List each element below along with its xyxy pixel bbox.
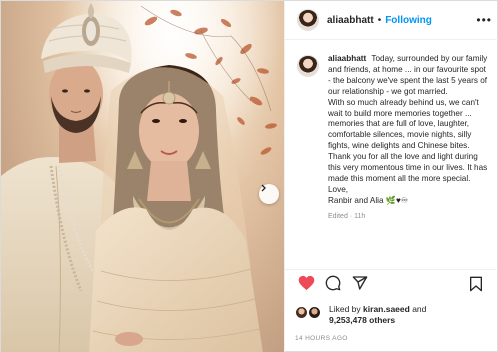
next-photo-button[interactable]	[259, 184, 279, 204]
liked-by-label: Liked by	[329, 304, 361, 314]
liker-username[interactable]: kiran.saeed	[363, 304, 410, 314]
post-timestamp[interactable]: 14 HOURS AGO	[295, 335, 348, 342]
more-horizontal-icon[interactable]: •••	[476, 13, 492, 27]
avatar[interactable]	[297, 55, 319, 77]
separator-dot: •	[377, 14, 382, 26]
comment-button[interactable]	[322, 275, 344, 297]
like-button[interactable]	[295, 275, 317, 297]
comment-icon	[325, 275, 341, 296]
couple-photo-illustration	[1, 1, 284, 352]
share-icon	[352, 275, 368, 296]
caption-section: aliaabhatt Today, surrounded by our fami…	[285, 40, 498, 267]
save-button[interactable]	[465, 275, 487, 297]
bookmark-icon	[469, 276, 483, 297]
edited-label: Edited · 11h	[328, 212, 366, 220]
caption-body: Today, surrounded by our family and frie…	[328, 54, 488, 205]
action-bar	[285, 269, 498, 301]
avatar	[308, 306, 321, 319]
share-button[interactable]	[349, 275, 371, 297]
instagram-post-modal: aliaabhatt • Following ••• aliaabhatt To…	[0, 0, 498, 352]
caption-username[interactable]: aliaabhatt	[328, 54, 366, 63]
likes-count[interactable]: 9,253,478 others	[329, 315, 395, 325]
following-button[interactable]: Following	[385, 15, 432, 26]
post-photo[interactable]	[1, 1, 284, 352]
avatar	[295, 306, 308, 319]
caption-row: aliaabhatt Today, surrounded by our fami…	[297, 54, 490, 207]
heart-filled-icon	[298, 275, 315, 296]
likes-text: Liked by kiran.saeed and 9,253,478 other…	[329, 304, 426, 326]
post-info-panel: aliaabhatt • Following ••• aliaabhatt To…	[284, 1, 498, 352]
liker-avatars[interactable]	[295, 306, 323, 320]
avatar[interactable]	[297, 9, 319, 31]
header-username[interactable]: aliaabhatt	[327, 15, 374, 26]
and-label: and	[412, 304, 427, 314]
likes-summary: Liked by kiran.saeed and 9,253,478 other…	[295, 304, 495, 330]
caption-text: aliaabhatt Today, surrounded by our fami…	[328, 54, 490, 207]
post-header: aliaabhatt • Following •••	[285, 1, 498, 40]
